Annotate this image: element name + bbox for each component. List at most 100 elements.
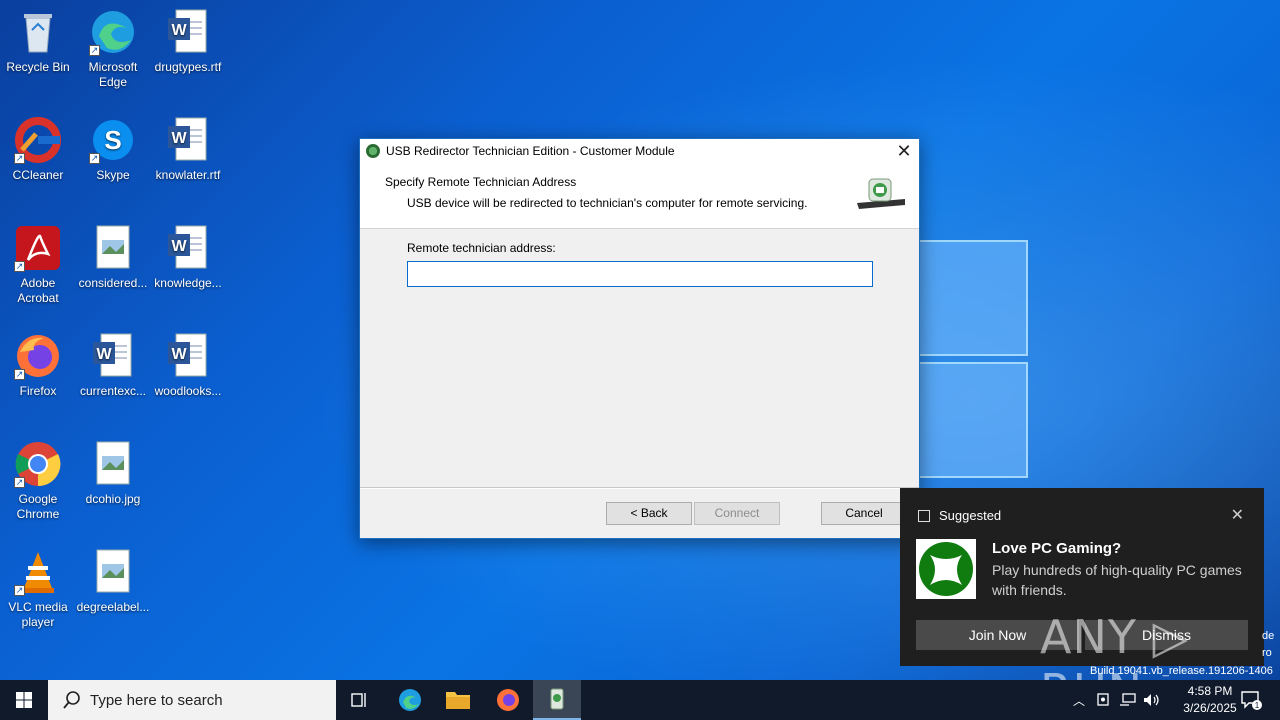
word-doc-icon: W xyxy=(89,332,137,380)
word-doc-icon: W xyxy=(164,116,212,164)
firefox-icon: ↗ xyxy=(14,332,62,380)
word-doc-icon: W xyxy=(164,332,212,380)
svg-text:W: W xyxy=(171,346,187,363)
desktop-icon-label: Recycle Bin xyxy=(6,60,70,74)
desktop-icon[interactable]: ↗ Adobe Acrobat xyxy=(0,224,76,306)
desktop-icon[interactable]: considered... xyxy=(75,224,151,291)
desktop-icon[interactable]: degreelabel... xyxy=(75,548,151,615)
desktop-icon-label: drugtypes.rtf xyxy=(154,60,222,74)
desktop-icon[interactable]: ↗ VLC media player xyxy=(0,548,76,630)
shortcut-arrow-icon: ↗ xyxy=(14,261,25,272)
recycle-bin-icon xyxy=(14,8,62,56)
notification-text: Play hundreds of high-quality PC games w… xyxy=(992,562,1242,598)
dialog-header: Specify Remote Technician Address USB de… xyxy=(360,163,919,229)
notification-count: 1 xyxy=(1255,701,1260,710)
desktop-icon-label: degreelabel... xyxy=(76,600,150,614)
shortcut-arrow-icon: ↗ xyxy=(14,585,25,596)
xbox-icon xyxy=(916,539,976,599)
desktop-icon[interactable]: S ↗ Skype xyxy=(75,116,151,183)
shortcut-arrow-icon: ↗ xyxy=(14,153,25,164)
connect-button[interactable]: Connect xyxy=(694,502,780,525)
back-button[interactable]: < Back xyxy=(606,502,692,525)
remote-address-input[interactable] xyxy=(407,261,873,287)
edge-icon xyxy=(399,689,421,711)
image-file-icon xyxy=(89,440,137,488)
network-icon[interactable] xyxy=(1118,692,1138,708)
notification-header: Suggested xyxy=(918,508,1001,523)
notification-center-icon: 1 xyxy=(1241,691,1262,710)
dialog-separator xyxy=(360,487,919,489)
remote-address-label: Remote technician address: xyxy=(407,241,556,255)
svg-text:W: W xyxy=(171,130,187,147)
notification-category: Suggested xyxy=(939,508,1002,523)
taskbar-file-explorer[interactable] xyxy=(434,680,482,720)
desktop-icon-label: dcohio.jpg xyxy=(85,492,141,506)
dialog-body: Remote technician address: xyxy=(360,229,919,487)
taskbar-usb-redirector[interactable] xyxy=(533,680,581,720)
desktop-icon[interactable]: Wdrugtypes.rtf xyxy=(150,8,226,75)
desktop-icon-label: Microsoft Edge xyxy=(88,60,138,89)
desktop-icon[interactable]: Wcurrentexc... xyxy=(75,332,151,399)
desktop-icon-label: Skype xyxy=(96,168,130,182)
start-button[interactable] xyxy=(0,680,48,720)
taskbar-firefox[interactable] xyxy=(484,680,532,720)
svg-text:W: W xyxy=(171,238,187,255)
edge-icon: ↗ xyxy=(89,8,137,56)
desktop-icon-label: CCleaner xyxy=(12,168,64,182)
desktop-icon-label: knowlater.rtf xyxy=(155,168,221,182)
dialog-subheading: USB device will be redirected to technic… xyxy=(407,196,808,210)
cancel-button[interactable]: Cancel xyxy=(821,502,907,525)
desktop-icon-label: Google Chrome xyxy=(16,492,60,521)
desktop-icon-label: Firefox xyxy=(19,384,57,398)
taskbar-edge[interactable] xyxy=(386,680,434,720)
image-file-icon xyxy=(89,548,137,596)
chevron-up-icon[interactable]: ︿ xyxy=(1070,692,1088,709)
image-file-icon xyxy=(89,224,137,272)
notification-title: Love PC Gaming? xyxy=(992,540,1122,557)
desktop-icon[interactable]: ↗ Microsoft Edge xyxy=(75,8,151,90)
svg-text:W: W xyxy=(96,346,112,363)
firefox-icon xyxy=(497,689,519,711)
usb-redirector-app-icon xyxy=(550,688,564,710)
desktop-icon-label: currentexc... xyxy=(79,384,147,398)
notification-close-button[interactable]: ✕ xyxy=(1231,505,1244,525)
device-icon[interactable] xyxy=(1094,692,1114,708)
usb-device-icon xyxy=(857,178,905,209)
system-tray: ︿ xyxy=(1070,680,1162,720)
taskbar-search-box[interactable]: Type here to search xyxy=(48,680,336,720)
taskbar: Type here to search ︿ 4:58 PM 3/26/2025 … xyxy=(0,680,1280,720)
word-doc-icon: W xyxy=(164,8,212,56)
dialog-titlebar[interactable]: USB Redirector Technician Edition - Cust… xyxy=(360,139,919,163)
search-placeholder: Type here to search xyxy=(90,691,223,709)
word-doc-icon: W xyxy=(164,224,212,272)
desktop-icon[interactable]: ↗ CCleaner xyxy=(0,116,76,183)
desktop-icon[interactable]: dcohio.jpg xyxy=(75,440,151,507)
dialog-heading: Specify Remote Technician Address xyxy=(385,175,577,189)
chrome-icon: ↗ xyxy=(14,440,62,488)
task-view-button[interactable] xyxy=(336,680,384,720)
desktop-icon[interactable]: Wknowledge... xyxy=(150,224,226,291)
search-icon xyxy=(63,691,80,709)
suggested-icon xyxy=(918,509,930,522)
dialog-title: USB Redirector Technician Edition - Cust… xyxy=(386,144,675,158)
desktop-icon-label: Adobe Acrobat xyxy=(17,276,59,305)
folder-icon xyxy=(446,692,470,709)
ccleaner-icon: ↗ xyxy=(14,116,62,164)
desktop-icon-label: considered... xyxy=(78,276,148,290)
desktop-icon[interactable]: Recycle Bin xyxy=(0,8,76,75)
desktop-icon-label: knowledge... xyxy=(154,276,222,290)
usb-redirector-app-icon xyxy=(366,144,380,158)
usb-redirector-dialog: USB Redirector Technician Edition - Cust… xyxy=(359,138,920,539)
acrobat-icon: ↗ xyxy=(14,224,62,272)
action-center-button[interactable]: 1 xyxy=(1236,680,1266,720)
desktop-icon[interactable]: Wwoodlooks... xyxy=(150,332,226,399)
build-info-text: Build 19041.vb_release.191206-1406 xyxy=(1090,665,1273,677)
desktop-icon[interactable]: ↗ Google Chrome xyxy=(0,440,76,522)
svg-text:S: S xyxy=(104,125,121,155)
dialog-close-button[interactable]: ✕ xyxy=(889,139,919,163)
volume-icon[interactable] xyxy=(1142,692,1162,708)
desktop-icon[interactable]: ↗ Firefox xyxy=(0,332,76,399)
desktop-icon[interactable]: Wknowlater.rtf xyxy=(150,116,226,183)
shortcut-arrow-icon: ↗ xyxy=(89,153,100,164)
shortcut-arrow-icon: ↗ xyxy=(14,477,25,488)
